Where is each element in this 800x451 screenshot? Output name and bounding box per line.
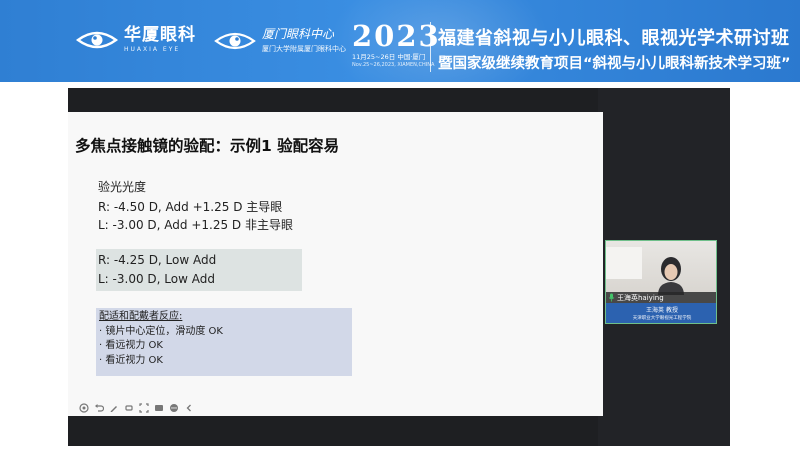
event-date-english: Nov.25~26,2023, XIAMEN,CHINA [352,62,435,68]
speaker-affiliation: 天津职业大学眼视光工程学院 [632,315,692,321]
fit-feedback-box: 配适和配戴者反应: · 镜片中心定位，滑动度 OK · 看远视力 OK · 看近… [96,308,352,376]
lens-left-row: L: -3.00 D, Low Add [98,272,215,286]
event-subtitle: 暨国家级继续教育项目“斜视与小儿眼科新技术学习班” [438,56,791,72]
background-window [606,247,642,279]
event-year: 2023 [352,19,441,53]
banner-divider [430,22,431,72]
participant-name-bar: 王海英haiying [606,292,716,303]
speaker-silhouette [658,257,684,295]
pen-icon[interactable] [108,403,119,414]
refraction-heading: 验光光度 [98,180,147,194]
eye-logo-icon-2 [214,32,256,49]
logo1-english: HUAXIA EYE [124,46,181,53]
shared-slide: 多焦点接触镜的验配：示例1 验配容易 验光光度 R: -4.50 D, Add … [68,112,603,416]
feedback-item-centration: · 镜片中心定位，滑动度 OK [99,325,223,337]
lens-prescription-box: R: -4.25 D, Low Add L: -3.00 D, Low Add [96,249,302,291]
event-date: 11月25~26日 中国·厦门 [352,53,426,61]
event-banner: 华厦眼科 HUAXIA EYE 厦门眼科中心 厦门大学附属厦门眼科中心 2023… [0,0,800,82]
logo2-subtitle: 厦门大学附属厦门眼科中心 [262,45,346,53]
speaker-badge: 王海英 教授 天津职业大学眼视光工程学院 [606,303,716,323]
huaxia-eye-logo: 华厦眼科 HUAXIA EYE [76,26,196,53]
feedback-item-near: · 看近视力 OK [99,354,163,366]
presentation-toolbar [78,401,194,415]
logo2-chinese: 厦门眼科中心 [262,27,335,41]
refraction-left-eye: L: -3.00 D, Add +1.25 D 非主导眼 [98,218,293,232]
subtitle-icon[interactable] [153,403,164,414]
eraser-icon[interactable] [123,403,134,414]
undo-icon[interactable] [93,403,104,414]
more-icon[interactable] [168,403,179,414]
video-feed [606,241,716,295]
participant-video-tile[interactable]: 王海英haiying 王海英 教授 天津职业大学眼视光工程学院 [605,240,717,324]
zoom-icon[interactable] [138,403,149,414]
slide-title: 多焦点接触镜的验配：示例1 验配容易 [75,137,340,155]
pointer-icon[interactable] [78,403,89,414]
refraction-right-eye: R: -4.50 D, Add +1.25 D 主导眼 [98,200,283,214]
event-title: 福建省斜视与小儿眼科、眼视光学术研讨班 [438,28,790,49]
lens-right-row: R: -4.25 D, Low Add [98,253,217,267]
logo1-chinese: 华厦眼科 [124,25,196,45]
speaker-name-title: 王海英 教授 [646,306,678,314]
eye-logo-icon [76,31,118,48]
xiamen-eye-center-logo: 厦门眼科中心 厦门大学附属厦门眼科中心 [214,27,346,54]
microphone-icon [608,293,615,302]
participant-name: 王海英haiying [617,293,664,302]
feedback-item-distance: · 看远视力 OK [99,340,163,351]
collapse-icon[interactable] [183,403,194,414]
feedback-heading: 配适和配戴者反应: [99,311,183,322]
